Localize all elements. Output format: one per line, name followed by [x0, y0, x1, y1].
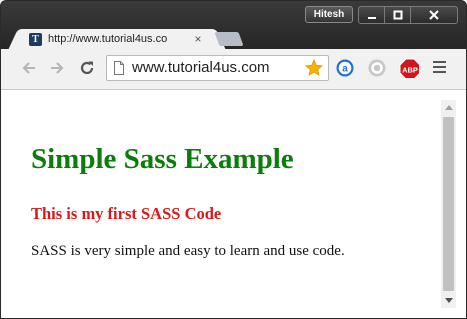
page-viewport: Simple Sass Example This is my first SAS… — [1, 90, 466, 318]
star-icon[interactable] — [305, 59, 323, 77]
window-controls — [358, 6, 458, 24]
page-paragraph: SASS is very simple and easy to learn an… — [31, 243, 345, 259]
svg-text:ABP: ABP — [402, 66, 418, 75]
adblock-plus-icon[interactable]: ABP — [399, 58, 419, 78]
site-favicon: T — [29, 33, 42, 46]
extension-circle-icon[interactable] — [367, 58, 387, 78]
toolbar: www.tutorial4us.com a ABP — [1, 49, 466, 90]
arrow-up-icon — [444, 105, 453, 110]
page-subheading: This is my first SASS Code — [31, 204, 222, 223]
profile-button[interactable]: Hitesh — [305, 6, 353, 23]
browser-window: Hitesh T http://www.tutorial4us.co × www… — [0, 0, 467, 319]
menu-icon[interactable] — [433, 61, 446, 74]
new-tab-button[interactable] — [214, 32, 244, 46]
address-bar[interactable]: www.tutorial4us.com — [106, 55, 329, 81]
tab-title: http://www.tutorial4us.co — [48, 33, 168, 45]
maximize-button[interactable] — [384, 6, 411, 24]
scroll-up-button[interactable] — [441, 100, 456, 114]
back-icon — [22, 62, 35, 74]
url-text: www.tutorial4us.com — [132, 59, 270, 76]
extension-a-icon[interactable]: a — [335, 58, 355, 78]
page-icon — [114, 61, 124, 75]
scrollbar-thumb[interactable] — [443, 117, 454, 291]
back-button[interactable] — [18, 57, 40, 79]
page-heading: Simple Sass Example — [31, 143, 294, 175]
vertical-scrollbar[interactable] — [441, 100, 456, 308]
arrow-down-icon — [444, 298, 453, 303]
scroll-down-button[interactable] — [441, 294, 456, 308]
forward-button[interactable] — [46, 57, 68, 79]
maximize-icon — [393, 10, 402, 20]
title-bar: Hitesh T http://www.tutorial4us.co × — [1, 1, 466, 50]
tab-active[interactable]: T http://www.tutorial4us.co × — [21, 29, 213, 50]
close-icon — [429, 10, 439, 20]
close-window-button[interactable] — [410, 6, 458, 24]
reload-button[interactable] — [76, 57, 98, 79]
minimize-icon — [367, 17, 376, 19]
tab-close-button[interactable]: × — [191, 31, 205, 48]
forward-icon — [51, 62, 64, 74]
reload-icon — [80, 61, 94, 75]
minimize-button[interactable] — [358, 6, 385, 24]
svg-text:a: a — [342, 64, 348, 75]
